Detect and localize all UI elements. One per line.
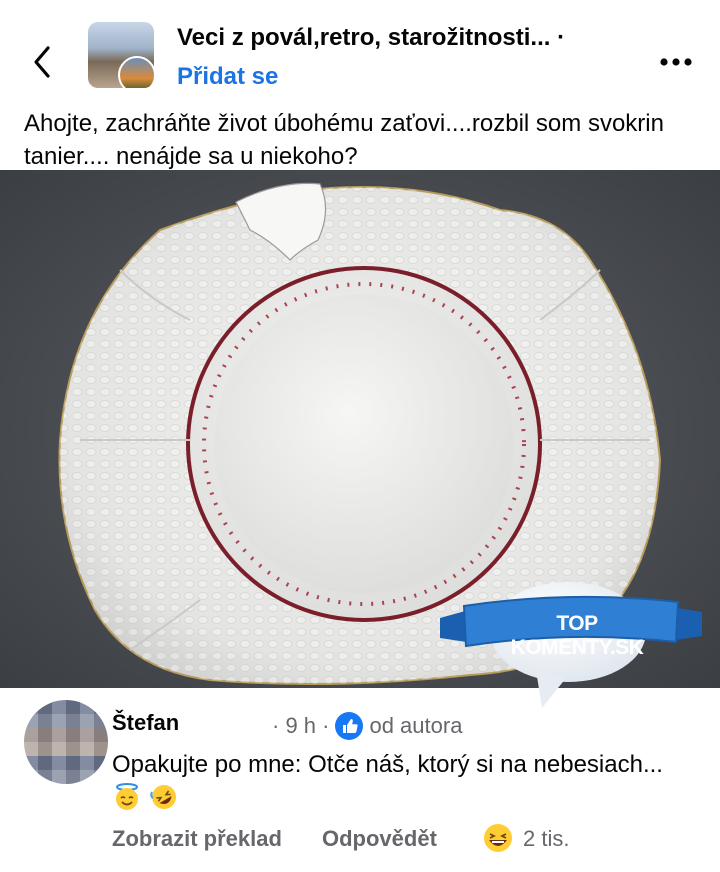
watermark-text: TOP KOMENTY.SK	[510, 612, 644, 659]
commenter-name[interactable]: Štefan	[112, 710, 179, 736]
author-badge: od autora	[369, 713, 463, 738]
more-options-icon[interactable]	[656, 52, 696, 72]
post-text: Ahojte, zachráňte život úbohému zaťovi..…	[24, 110, 664, 170]
reply-button[interactable]: Odpovědět	[322, 826, 437, 852]
comment-body: Opakujte po mne: Otče náš, ktorý si na n…	[112, 751, 663, 778]
group-cover-thumbnail[interactable]	[88, 22, 154, 88]
commenter-avatar[interactable]	[24, 700, 108, 784]
group-name[interactable]: Veci z povál,retro, starožitnosti... ·	[177, 24, 565, 52]
back-arrow-icon[interactable]	[26, 40, 62, 84]
member-avatar	[118, 56, 154, 88]
comment-time: · 9 h ·	[272, 713, 330, 738]
author-like-icon	[335, 712, 364, 740]
comment-meta: · 9 h · od autora	[272, 712, 462, 740]
translate-button[interactable]: Zobrazit překlad	[112, 826, 282, 852]
post-header: Veci z povál,retro, starožitnosti... · P…	[0, 0, 720, 104]
join-group-link[interactable]: Přidat se	[177, 63, 278, 91]
reaction-count[interactable]: 2 tis.	[523, 826, 569, 852]
smiling-face-with-halo-icon	[116, 783, 138, 810]
rolling-on-floor-laughing-icon	[149, 785, 176, 809]
comment-text: Opakujte po mne: Otče náš, ktorý si na n…	[112, 748, 692, 818]
haha-reaction-icon[interactable]	[482, 822, 514, 854]
